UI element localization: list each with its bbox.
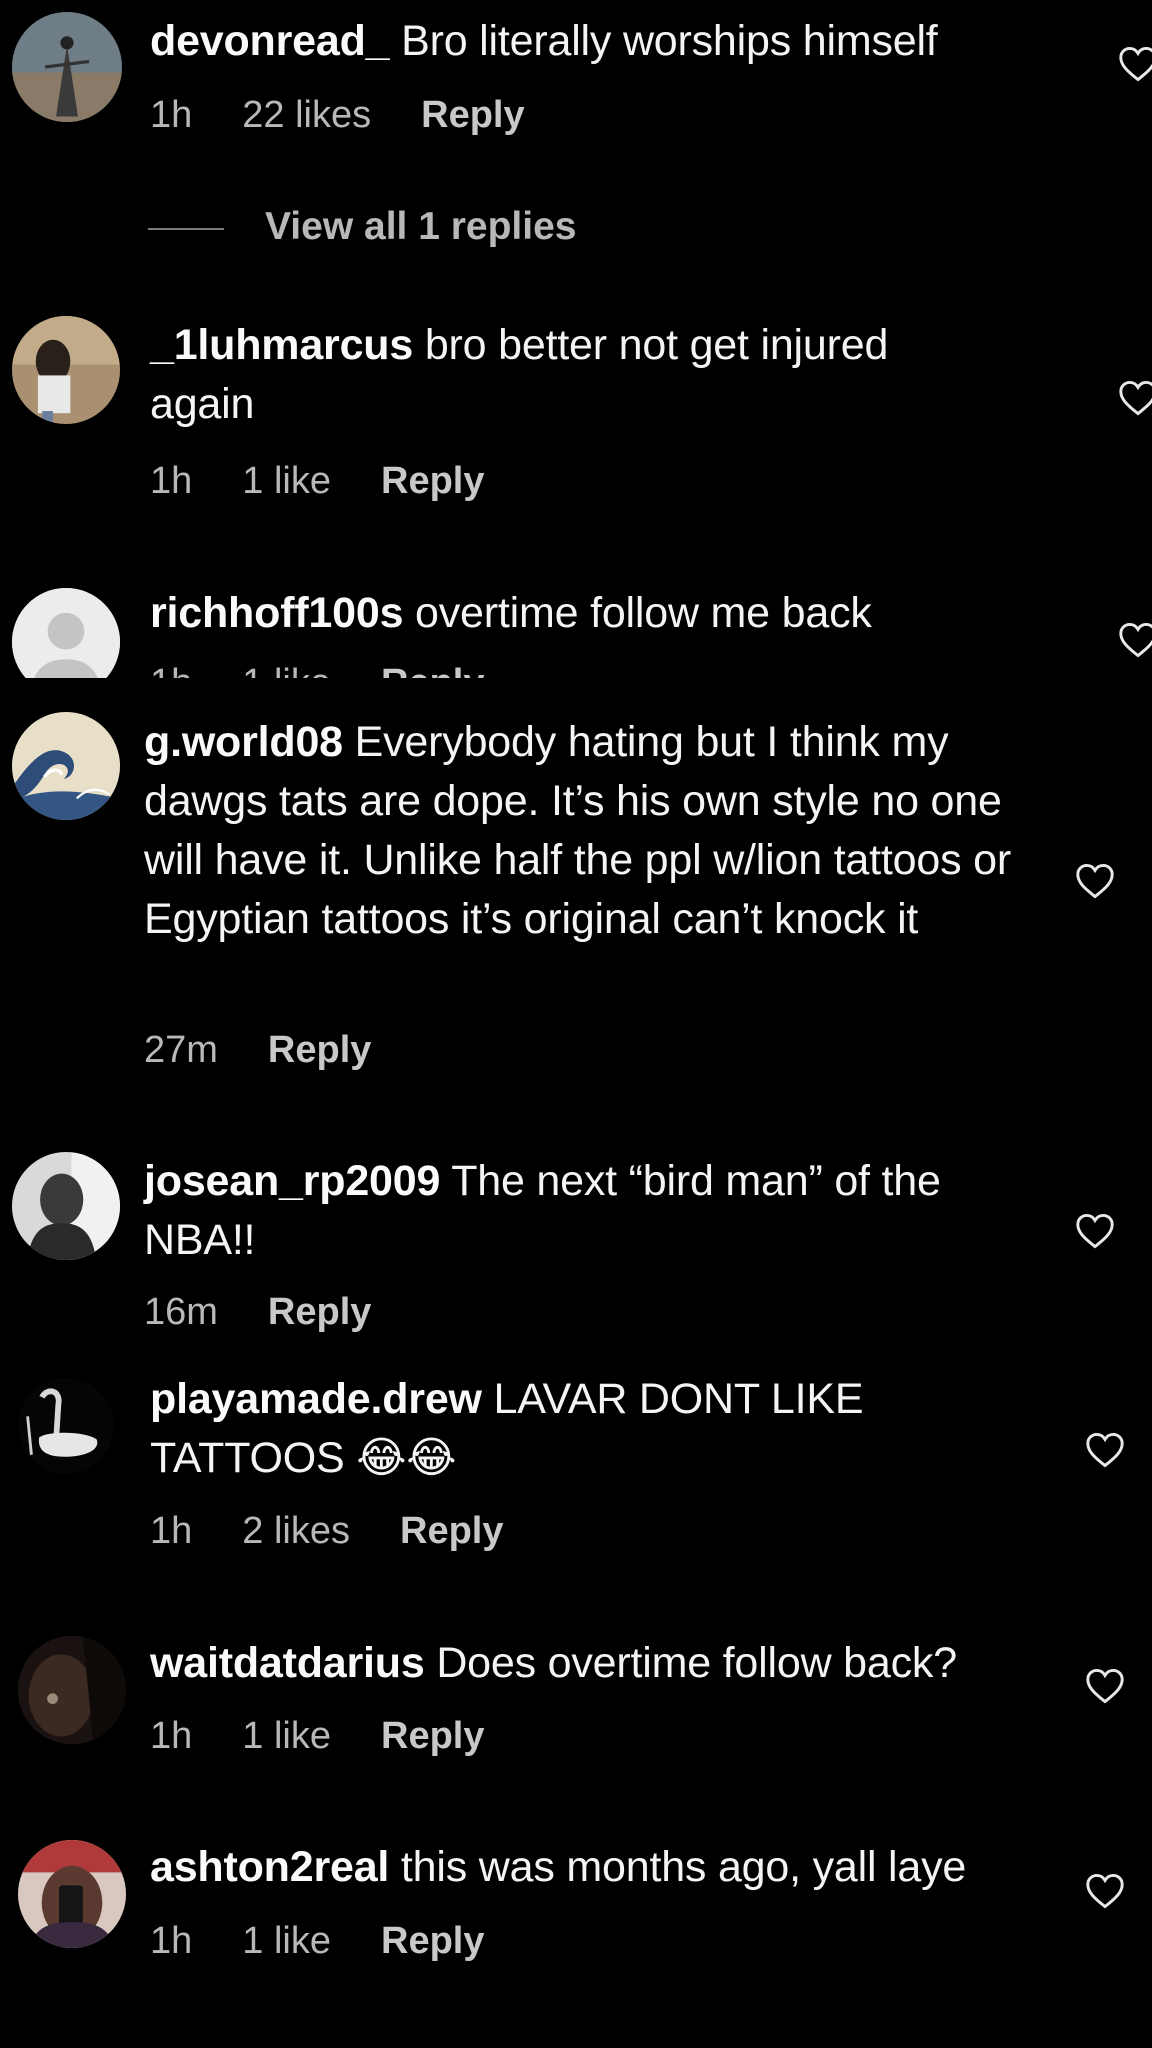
comment-time: 1h <box>150 1715 193 1757</box>
reply-button[interactable]: Reply <box>381 1918 484 1964</box>
comment-username[interactable]: devonread_ <box>150 17 390 65</box>
comment-likes[interactable]: 1 like <box>242 660 331 678</box>
comment-meta: 1h 1 like Reply <box>150 660 534 678</box>
reply-button[interactable]: Reply <box>268 1027 371 1073</box>
comment-username[interactable]: _1luhmarcus <box>150 321 413 369</box>
like-heart-icon[interactable] <box>1118 46 1152 82</box>
comment-text: devonread_ Bro literally worships himsel… <box>150 12 1030 71</box>
comment-username[interactable]: waitdatdarius <box>150 1639 425 1687</box>
comment-text: waitdatdarius Does overtime follow back? <box>150 1634 1050 1693</box>
comment-text: josean_rp2009 The next “bird man” of the… <box>144 1152 1024 1270</box>
comment-meta: 1h 22 likes Reply <box>150 92 575 138</box>
comment-meta: 1h 1 like Reply <box>150 1918 534 1964</box>
comment-time: 16m <box>144 1291 218 1333</box>
comment-username[interactable]: ashton2real <box>150 1843 389 1891</box>
comment-meta: 1h 1 like Reply <box>150 1713 534 1759</box>
avatar[interactable] <box>12 588 120 678</box>
comment-time: 1h <box>150 1510 193 1552</box>
reply-button[interactable]: Reply <box>381 660 484 678</box>
comment-item: richhoff100s overtime follow me back 1h1… <box>0 560 1152 678</box>
comment-body: overtime follow me back <box>415 589 872 637</box>
comment-username[interactable]: josean_rp2009 <box>144 1157 440 1205</box>
like-heart-icon[interactable] <box>1085 1668 1125 1704</box>
comment-text: g.world08 Everybody hating but I think m… <box>144 713 1024 949</box>
like-heart-icon[interactable] <box>1075 1213 1115 1249</box>
comment-text: _1luhmarcus bro better not get injured a… <box>150 316 1000 434</box>
avatar[interactable] <box>18 1840 126 1948</box>
avatar[interactable] <box>12 12 122 122</box>
comment-meta: 1h 2 likes Reply <box>150 1508 553 1554</box>
comment-meta: 27m Reply <box>144 1027 421 1073</box>
comment-likes[interactable]: 1 like <box>242 458 331 504</box>
comment-username[interactable]: richhoff100s <box>150 589 403 637</box>
comment-username[interactable]: g.world08 <box>144 718 343 766</box>
reply-button[interactable]: Reply <box>268 1289 371 1335</box>
like-heart-icon[interactable] <box>1118 622 1152 658</box>
comment-body: Does overtime follow back? <box>436 1639 957 1687</box>
avatar[interactable] <box>18 1636 126 1744</box>
like-heart-icon[interactable] <box>1085 1432 1125 1468</box>
view-replies-line <box>148 228 224 230</box>
avatar[interactable] <box>12 1152 120 1260</box>
comment-body: this was months ago, yall laye <box>400 1843 967 1891</box>
comment-likes[interactable]: 1 like <box>242 1713 331 1759</box>
comment-text: playamade.drew LAVAR DONT LIKE TATTOOS 😂… <box>150 1370 1000 1488</box>
avatar[interactable] <box>12 316 120 424</box>
comment-time: 27m <box>144 1029 218 1071</box>
comment-likes[interactable]: 1 like <box>242 1918 331 1964</box>
like-heart-icon[interactable] <box>1075 863 1115 899</box>
avatar[interactable] <box>18 1378 114 1474</box>
comment-meta: 1h 1 like Reply <box>150 458 534 504</box>
comment-username[interactable]: playamade.drew <box>150 1375 482 1423</box>
comment-time: 1h <box>150 1920 193 1962</box>
comment-item: devonread_ Bro literally worships himsel… <box>0 0 1152 248</box>
reply-button[interactable]: Reply <box>381 458 484 504</box>
comment-body: Bro literally worships himself <box>401 17 938 65</box>
comment-text: ashton2real this was months ago, yall la… <box>150 1838 1050 1897</box>
view-replies-link[interactable]: View all 1 replies <box>265 205 576 249</box>
comment-likes[interactable]: 2 likes <box>242 1508 350 1554</box>
comment-likes[interactable]: 22 likes <box>242 92 371 138</box>
avatar[interactable] <box>12 712 120 820</box>
like-heart-icon[interactable] <box>1085 1873 1125 1909</box>
comment-time: 1h <box>150 94 193 136</box>
reply-button[interactable]: Reply <box>421 92 524 138</box>
like-heart-icon[interactable] <box>1118 380 1152 416</box>
comment-time: 1h <box>150 660 192 678</box>
comment-text: richhoff100s overtime follow me back <box>150 584 1050 643</box>
comment-time: 1h <box>150 460 193 502</box>
reply-button[interactable]: Reply <box>400 1508 503 1554</box>
comment-meta: 16m Reply <box>144 1289 421 1335</box>
reply-button[interactable]: Reply <box>381 1713 484 1759</box>
